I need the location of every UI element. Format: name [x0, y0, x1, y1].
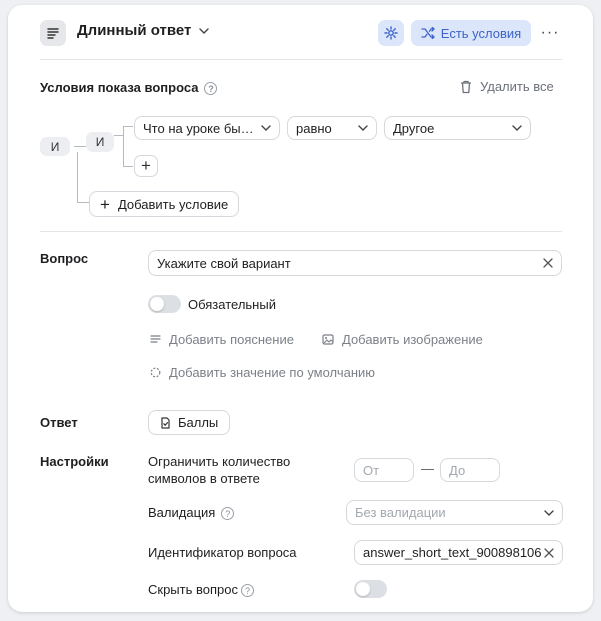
tree-line	[74, 146, 86, 147]
validation-label-text: Валидация	[148, 505, 216, 520]
settings-gear-button[interactable]	[378, 20, 404, 46]
limit-to-placeholder: До	[449, 462, 466, 478]
condition-field-value: Что на уроке бы…	[143, 120, 254, 136]
chevron-down-icon	[512, 125, 522, 131]
delete-all-button[interactable]: Удалить все	[460, 79, 554, 94]
limit-label: Ограничить количество символов в ответе	[148, 453, 290, 487]
delete-all-label: Удалить все	[480, 79, 554, 94]
chevron-down-icon	[199, 27, 210, 34]
long-answer-type-icon[interactable]	[40, 20, 66, 46]
tree-line	[77, 202, 89, 203]
image-icon	[322, 334, 334, 345]
conditions-title-text: Условия показа вопроса	[40, 80, 199, 95]
limit-from-input[interactable]: От	[354, 458, 414, 482]
add-hint-link[interactable]: Добавить пояснение	[150, 332, 294, 347]
tree-line	[123, 126, 133, 127]
range-dash: —	[421, 461, 434, 476]
plus-icon: +	[141, 156, 151, 175]
trash-icon	[461, 80, 471, 93]
points-button[interactable]: Баллы	[148, 410, 231, 435]
condition-operator-value: равно	[296, 120, 332, 136]
add-hint-label: Добавить пояснение	[169, 332, 294, 347]
add-condition-button[interactable]: + Добавить условие	[89, 191, 240, 217]
answer-section-label: Ответ	[40, 415, 78, 430]
points-label: Баллы	[178, 415, 219, 430]
limit-label-line2: символов в ответе	[148, 471, 260, 486]
add-image-label: Добавить изображение	[342, 332, 483, 347]
limit-from-placeholder: От	[363, 462, 380, 478]
doc-check-icon	[161, 416, 170, 429]
question-type-title: Длинный ответ	[77, 22, 192, 39]
plus-icon: +	[100, 194, 110, 214]
conditions-button[interactable]: Есть условия	[411, 20, 531, 46]
question-card: Длинный ответ Есть условия ··· Условия п…	[8, 5, 593, 612]
condition-field-select[interactable]: Что на уроке бы…	[134, 116, 280, 140]
settings-section-label: Настройки	[40, 454, 109, 469]
add-condition-label: Добавить условие	[117, 196, 229, 212]
divider	[40, 231, 562, 232]
text-lines-icon	[150, 335, 161, 343]
id-label: Идентификатор вопроса	[148, 545, 297, 560]
required-toggle[interactable]	[148, 295, 181, 313]
chevron-down-icon	[358, 125, 368, 131]
hide-question-toggle[interactable]	[354, 580, 387, 598]
tree-line	[123, 166, 133, 167]
inner-logic-label: И	[95, 135, 105, 149]
add-inner-condition-button[interactable]: +	[134, 155, 158, 177]
chevron-down-icon	[261, 125, 271, 131]
limit-label-line1: Ограничить количество	[148, 454, 291, 469]
question-type-dropdown[interactable]: Длинный ответ	[77, 22, 210, 39]
clear-icon[interactable]	[543, 258, 553, 268]
conditions-title: Условия показа вопроса?	[40, 80, 218, 96]
tree-line	[123, 126, 124, 166]
divider	[40, 59, 562, 60]
outer-logic-label: И	[50, 139, 60, 154]
question-text-input[interactable]: Укажите свой вариант	[148, 250, 562, 276]
question-id-input[interactable]: answer_short_text_900898106	[354, 540, 563, 565]
more-options-button[interactable]: ···	[536, 20, 564, 46]
add-default-link[interactable]: Добавить значение по умолчанию	[150, 365, 375, 380]
gear-icon	[384, 26, 398, 40]
tree-line	[77, 152, 78, 202]
help-icon[interactable]: ?	[221, 507, 235, 521]
conditions-button-label: Есть условия	[440, 25, 522, 41]
help-icon[interactable]: ?	[204, 82, 218, 96]
dashed-circle-icon	[150, 367, 161, 378]
inner-logic-chip[interactable]: И	[86, 132, 114, 152]
validation-label: Валидация?	[148, 505, 235, 521]
add-image-link[interactable]: Добавить изображение	[322, 332, 483, 347]
shuffle-icon	[421, 27, 435, 39]
question-section-label: Вопрос	[40, 251, 89, 266]
condition-value-select[interactable]: Другое	[384, 116, 531, 140]
hide-question-label-text: Скрыть вопрос	[148, 582, 238, 597]
help-icon[interactable]: ?	[240, 584, 254, 598]
limit-to-input[interactable]: До	[440, 458, 500, 482]
validation-placeholder: Без валидации	[355, 505, 446, 520]
tree-line	[114, 135, 123, 136]
clear-icon[interactable]	[544, 547, 554, 558]
required-label: Обязательный	[188, 296, 276, 312]
add-default-label: Добавить значение по умолчанию	[169, 365, 376, 380]
question-id-value: answer_short_text_900898106	[363, 545, 542, 560]
validation-select[interactable]: Без валидации	[346, 500, 563, 525]
outer-logic-chip[interactable]: И	[40, 137, 70, 156]
condition-value-text: Другое	[393, 120, 435, 136]
question-text-value: Укажите свой вариант	[157, 255, 291, 271]
chevron-down-icon	[544, 509, 554, 516]
condition-operator-select[interactable]: равно	[287, 116, 377, 140]
more-dots-icon: ···	[540, 24, 560, 41]
hide-question-label: Скрыть вопрос?	[148, 582, 254, 598]
required-row: Обязательный	[148, 295, 276, 313]
